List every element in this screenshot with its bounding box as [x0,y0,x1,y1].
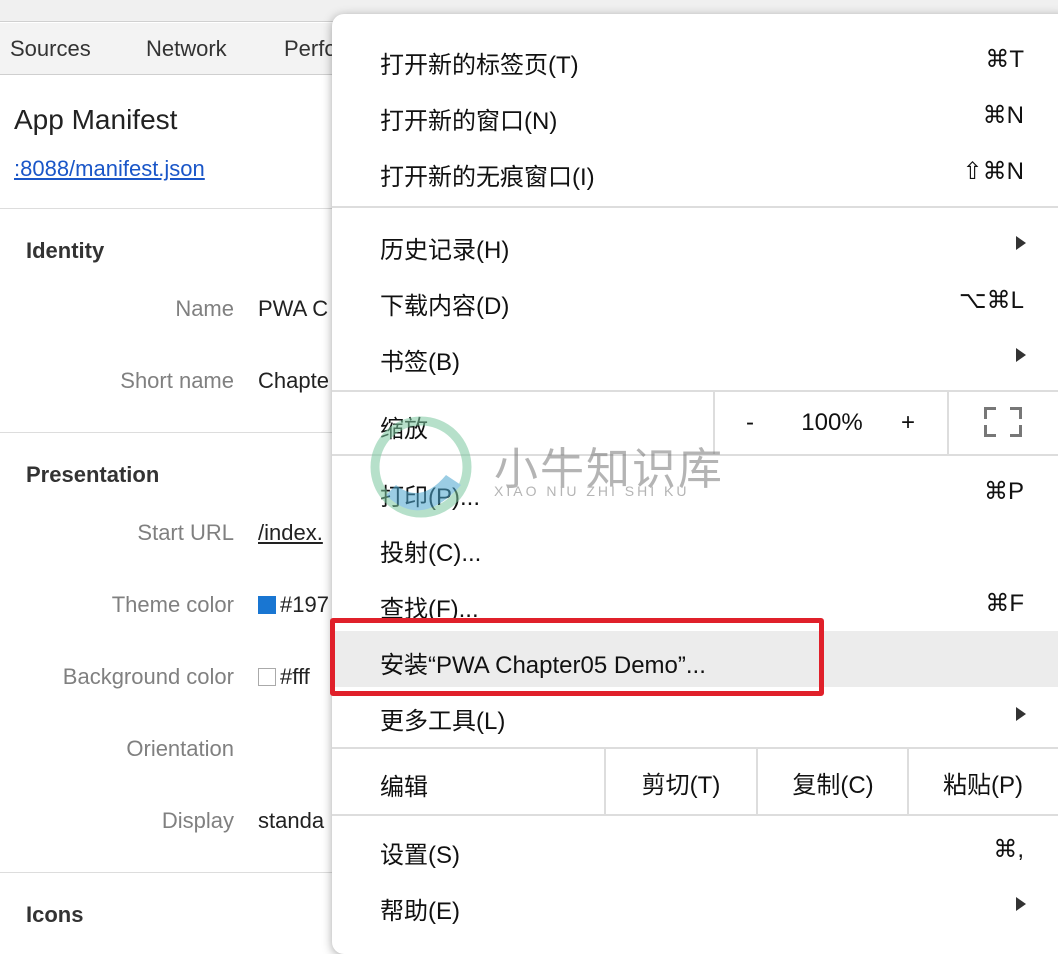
menu-item-bookmarks[interactable]: 书签(B) [332,328,1058,384]
shortcut: ⇧⌘N [962,158,1024,185]
name-value: PWA C [258,296,329,321]
submenu-arrow-icon [1016,236,1026,250]
label: 打开新的标签页(T) [380,52,579,79]
page-title: App Manifest [14,104,178,135]
paste-button[interactable]: 粘贴(P) [909,765,1057,800]
copy-button[interactable]: 复制(C) [758,765,908,800]
label: 打印(P)... [380,484,480,511]
zoom-out-button[interactable]: - [732,409,768,437]
divider [0,872,340,873]
shortcut: ⌘F [985,590,1024,617]
background-color-value: #fff [258,664,310,690]
theme-color-label: Theme color [111,592,234,617]
tab-network[interactable]: Network [146,36,227,62]
background-color-label: Background color [62,664,234,689]
display-value: standa [258,808,325,833]
shortcut: ⌘N [982,102,1024,129]
label: 书签(B) [380,349,460,376]
edit-label: 编辑 [380,774,428,801]
zoom-label: 缩放 [380,416,428,443]
highlight-annotation-box [330,618,824,696]
manifest-panel: App Manifest :8088/manifest.json Identit… [0,76,340,934]
menu-item-new-incognito[interactable]: 打开新的无痕窗口(I) ⇧⌘N [332,143,1058,199]
section-presentation: Presentation [26,462,160,487]
menu-separator [332,814,1058,816]
shortcut: ⌘T [985,46,1024,73]
theme-color-value: #197 [258,592,329,618]
theme-color-text: #197 [280,592,329,617]
background-color-text: #fff [280,664,310,689]
section-icons: Icons [26,902,84,927]
menu-item-new-tab[interactable]: 打开新的标签页(T) ⌘T [332,31,1058,87]
zoom-in-button[interactable]: + [890,409,926,437]
chrome-main-menu: 打开新的标签页(T) ⌘T 打开新的窗口(N) ⌘N 打开新的无痕窗口(I) ⇧⌘N … [332,14,1058,954]
menu-item-cast[interactable]: 投射(C)... [332,519,1058,575]
cut-button[interactable]: 剪切(T) [606,765,756,800]
menu-item-settings[interactable]: 设置(S) ⌘, [332,821,1058,877]
start-url-link[interactable]: /index. [258,520,323,546]
orientation-label: Orientation [126,736,234,761]
divider [947,392,949,455]
menu-row-zoom: 缩放 [332,395,1058,455]
menu-item-help[interactable]: 帮助(E) [332,877,1058,933]
theme-color-swatch [258,596,276,614]
zoom-level: 100% [801,409,863,436]
submenu-arrow-icon [1016,897,1026,911]
tab-sources[interactable]: Sources [10,36,91,62]
label: 投射(C)... [380,540,482,567]
start-url-label: Start URL [137,520,234,545]
manifest-link[interactable]: :8088/manifest.json [14,156,205,182]
short-name-value: Chapte [258,368,329,393]
label: 下载内容(D) [380,293,510,320]
label: 打开新的窗口(N) [380,108,558,135]
label: 历史记录(H) [380,237,510,264]
name-label: Name [175,296,234,321]
fullscreen-icon[interactable] [984,407,1022,437]
menu-item-history[interactable]: 历史记录(H) [332,216,1058,272]
tab-performance[interactable]: Perfo [284,36,337,62]
label: 更多工具(L) [380,708,506,735]
divider [713,392,715,455]
display-label: Display [161,808,234,833]
menu-separator [332,390,1058,392]
section-identity: Identity [26,238,105,263]
menu-item-downloads[interactable]: 下载内容(D) ⌥⌘L [332,272,1058,328]
menu-separator [332,454,1058,456]
submenu-arrow-icon [1016,348,1026,362]
label: 打开新的无痕窗口(I) [380,164,595,191]
label: 设置(S) [380,842,460,869]
shortcut: ⌘P [983,478,1024,505]
shortcut: ⌥⌘L [958,287,1024,314]
divider [0,432,340,433]
menu-separator [332,747,1058,749]
menu-item-print[interactable]: 打印(P)... ⌘P [332,463,1058,519]
short-name-label: Short name [120,368,234,393]
menu-item-new-window[interactable]: 打开新的窗口(N) ⌘N [332,87,1058,143]
label: 帮助(E) [380,898,460,925]
menu-separator [332,206,1058,208]
shortcut: ⌘, [993,836,1024,863]
submenu-arrow-icon [1016,707,1026,721]
background-color-swatch [258,668,276,686]
divider [0,208,340,209]
